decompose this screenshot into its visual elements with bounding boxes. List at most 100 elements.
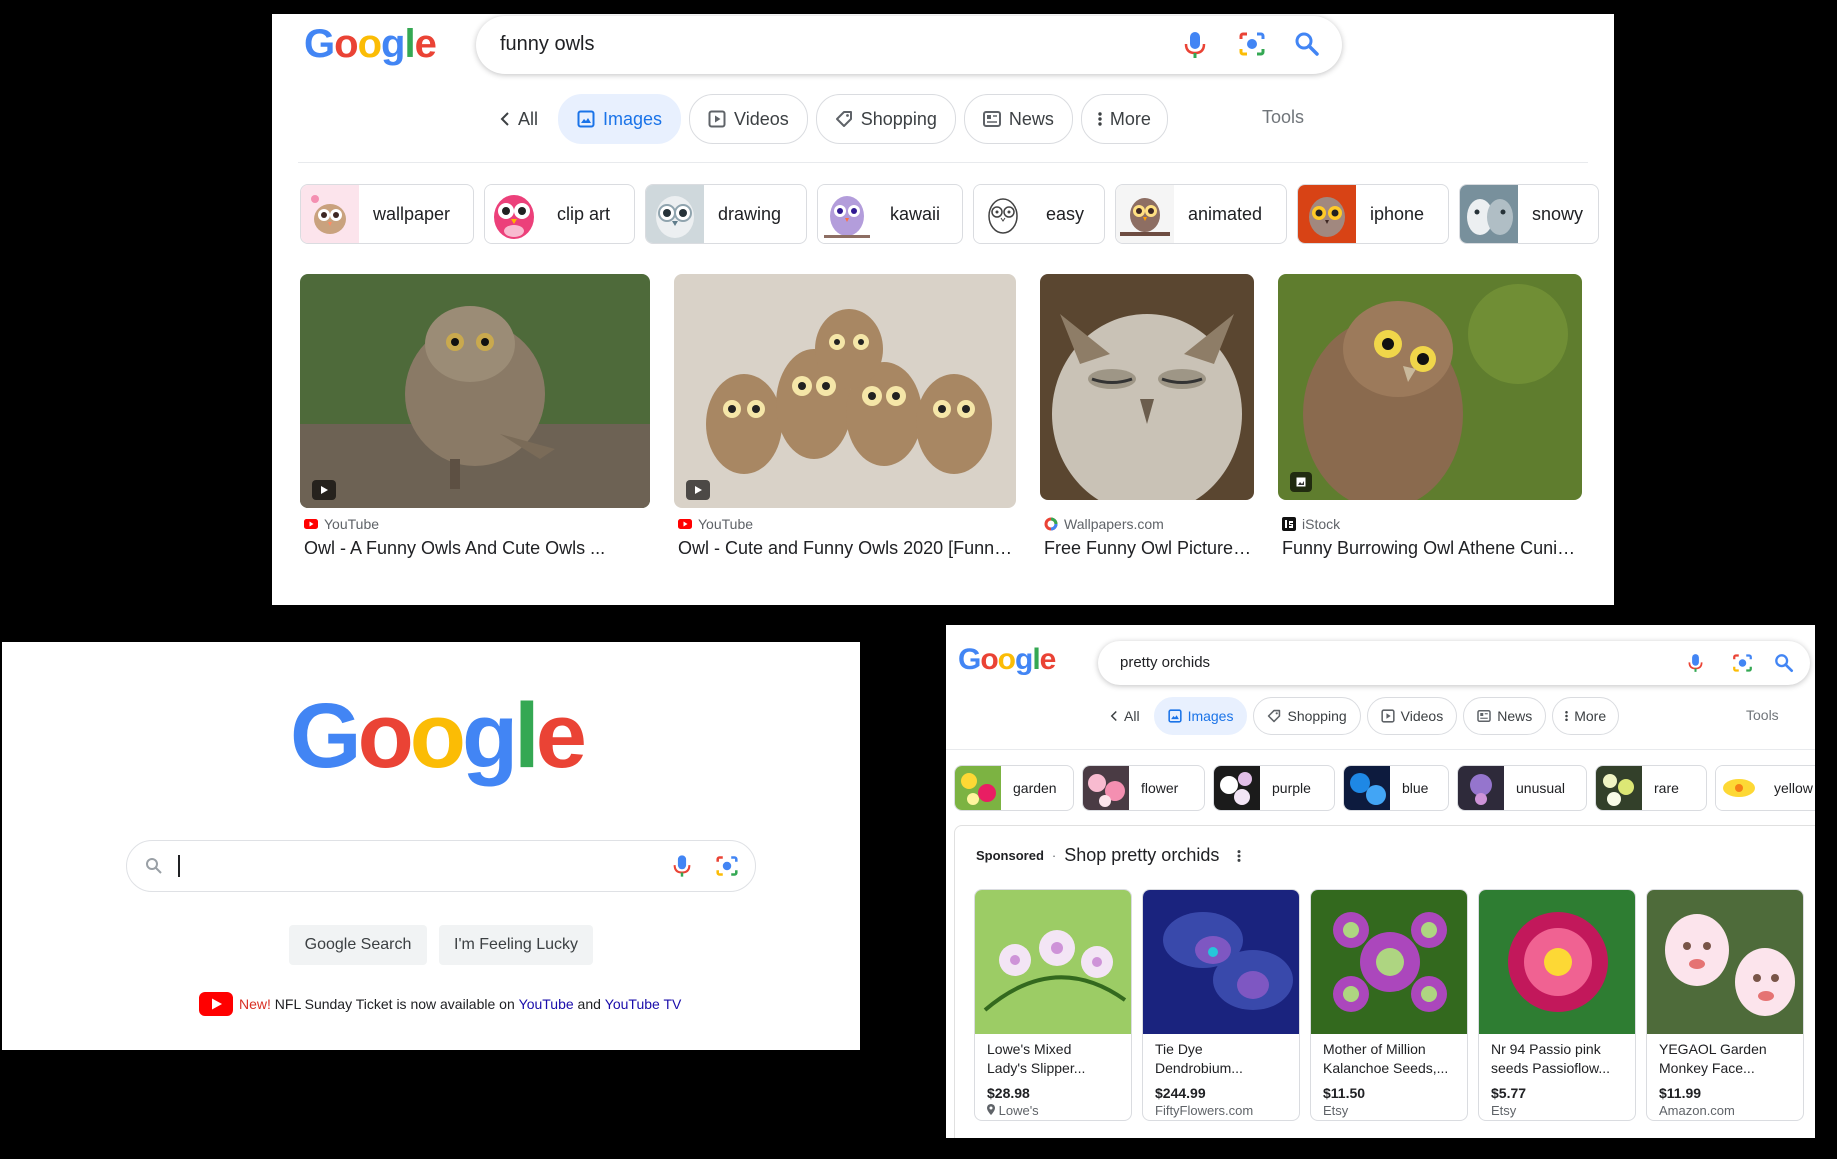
- owl-walking-image: [300, 274, 650, 508]
- tab-images[interactable]: Images: [558, 94, 682, 144]
- result-title[interactable]: Free Funny Owl Pictures ...: [1044, 538, 1254, 559]
- chip-purple[interactable]: purple: [1213, 765, 1335, 811]
- search-box[interactable]: pretty orchids: [1098, 641, 1810, 685]
- tab-all[interactable]: All: [1102, 697, 1148, 735]
- search-box[interactable]: [126, 840, 756, 892]
- camera-lens-icon[interactable]: [1732, 653, 1753, 673]
- image-icon: [1167, 709, 1182, 723]
- more-vert-icon[interactable]: [1237, 849, 1241, 863]
- search-query-text[interactable]: funny owls: [500, 33, 595, 56]
- product-name: Mother of Million Kalanchoe Seeds,...: [1323, 1041, 1449, 1076]
- chip-drawing[interactable]: drawing: [645, 184, 807, 244]
- result-title[interactable]: Owl - Cute and Funny Owls 2020 [Funny ..…: [678, 538, 1016, 559]
- chevron-left-icon: [1110, 710, 1117, 722]
- result-thumbnail[interactable]: [1278, 274, 1582, 500]
- tab-images[interactable]: Images: [1153, 697, 1248, 735]
- owls-group-image: [674, 274, 1016, 508]
- image-search-window-owls: Google funny owls All Images Videos Shop…: [272, 14, 1614, 605]
- tab-news[interactable]: News: [1463, 697, 1547, 735]
- chip-unusual[interactable]: unusual: [1457, 765, 1587, 811]
- google-search-button[interactable]: Google Search: [289, 925, 427, 965]
- youtube-icon: [199, 992, 233, 1016]
- camera-lens-icon[interactable]: [715, 855, 739, 877]
- search-tabs: All Images Videos Shopping News More: [488, 94, 1168, 144]
- search-icon[interactable]: [1774, 653, 1794, 673]
- product-card[interactable]: YEGAOL Garden Monkey Face... $11.99 Amazo…: [1646, 889, 1804, 1121]
- newspaper-icon: [982, 111, 1001, 127]
- product-image: [1647, 890, 1803, 1034]
- product-merchant: Lowe's: [987, 1103, 1039, 1118]
- play-icon: [686, 480, 710, 500]
- chip-wallpaper[interactable]: wallpaper: [300, 184, 474, 244]
- tab-more[interactable]: More: [1080, 94, 1168, 144]
- result-thumbnail[interactable]: [1040, 274, 1254, 500]
- chip-blue[interactable]: blue: [1343, 765, 1449, 811]
- chip-thumbnail: [1116, 185, 1174, 243]
- video-icon: [1381, 709, 1395, 723]
- search-icon: [146, 858, 162, 874]
- image-result[interactable]: YouTube Owl - A Funny Owls And Cute Owls…: [300, 274, 650, 574]
- chip-thumbnail: [1596, 766, 1642, 810]
- microphone-icon[interactable]: [673, 854, 691, 878]
- chip-kawaii[interactable]: kawaii: [817, 184, 963, 244]
- chip-flower[interactable]: flower: [1082, 765, 1205, 811]
- shopping-title: Shop pretty orchids: [1064, 845, 1220, 865]
- google-logo[interactable]: Google: [290, 684, 587, 789]
- tab-all[interactable]: All: [488, 94, 550, 144]
- result-title[interactable]: Owl - A Funny Owls And Cute Owls ...: [304, 538, 644, 559]
- product-card[interactable]: Mother of Million Kalanchoe Seeds,... $11…: [1310, 889, 1468, 1121]
- location-pin-icon: [987, 1104, 995, 1115]
- chip-thumbnail: [485, 185, 543, 243]
- chip-thumbnail: [301, 185, 359, 243]
- image-result[interactable]: YouTube Owl - Cute and Funny Owls 2020 […: [674, 274, 1016, 574]
- chip-iphone[interactable]: iphone: [1297, 184, 1449, 244]
- tab-videos[interactable]: Videos: [689, 94, 808, 144]
- chip-rare[interactable]: rare: [1595, 765, 1707, 811]
- product-image: [1143, 890, 1299, 1034]
- text-cursor: [178, 855, 180, 877]
- chip-easy[interactable]: easy: [973, 184, 1105, 244]
- tab-shopping[interactable]: Shopping: [1253, 697, 1361, 735]
- chip-thumbnail: [1716, 766, 1762, 810]
- product-card[interactable]: Nr 94 Passio pink seeds Passioflow... $5.…: [1478, 889, 1636, 1121]
- youtube-link[interactable]: YouTube: [519, 996, 574, 1012]
- product-name: YEGAOL Garden Monkey Face...: [1659, 1041, 1767, 1076]
- product-card[interactable]: Lowe's Mixed Lady's Slipper... $28.98 Low…: [974, 889, 1132, 1121]
- microphone-icon[interactable]: [1688, 653, 1703, 673]
- tab-more[interactable]: More: [1552, 697, 1620, 735]
- more-vert-icon: [1098, 112, 1102, 126]
- image-result[interactable]: Wallpapers.com Free Funny Owl Pictures .…: [1040, 274, 1254, 574]
- search-box[interactable]: funny owls: [476, 16, 1342, 74]
- microphone-icon[interactable]: [1184, 31, 1206, 59]
- result-source[interactable]: YouTube: [324, 516, 379, 532]
- tools-button[interactable]: Tools: [1746, 707, 1779, 723]
- result-title[interactable]: Funny Burrowing Owl Athene Cunicularia .…: [1282, 538, 1578, 559]
- tools-button[interactable]: Tools: [1262, 107, 1304, 128]
- feeling-lucky-button[interactable]: I'm Feeling Lucky: [439, 925, 593, 965]
- image-icon: [577, 110, 595, 128]
- chip-clip-art[interactable]: clip art: [484, 184, 635, 244]
- image-result[interactable]: iStock Funny Burrowing Owl Athene Cunicu…: [1278, 274, 1582, 574]
- chip-garden[interactable]: garden: [954, 765, 1074, 811]
- chip-animated[interactable]: animated: [1115, 184, 1287, 244]
- chip-thumbnail: [1298, 185, 1356, 243]
- result-source[interactable]: Wallpapers.com: [1064, 516, 1164, 532]
- result-thumbnail[interactable]: [300, 274, 650, 508]
- chip-yellow[interactable]: yellow: [1715, 765, 1815, 811]
- result-source[interactable]: iStock: [1302, 516, 1340, 532]
- result-source[interactable]: YouTube: [698, 516, 753, 532]
- google-homepage-window: Google Google Search I'm Feeling Lucky N…: [2, 642, 860, 1050]
- tab-videos[interactable]: Videos: [1366, 697, 1458, 735]
- youtube-tv-link[interactable]: YouTube TV: [605, 996, 682, 1012]
- search-query-text[interactable]: pretty orchids: [1120, 654, 1210, 671]
- result-thumbnail[interactable]: [674, 274, 1016, 508]
- tab-shopping[interactable]: Shopping: [815, 94, 956, 144]
- camera-lens-icon[interactable]: [1238, 31, 1266, 57]
- search-icon[interactable]: [1294, 31, 1320, 57]
- chip-snowy[interactable]: snowy: [1459, 184, 1599, 244]
- product-merchant: FiftyFlowers.com: [1155, 1103, 1254, 1118]
- product-card[interactable]: Tie Dye Dendrobium... $244.99 FiftyFlower…: [1142, 889, 1300, 1121]
- google-logo[interactable]: Google: [304, 22, 437, 67]
- google-logo[interactable]: Google: [958, 643, 1056, 677]
- tab-news[interactable]: News: [963, 94, 1073, 144]
